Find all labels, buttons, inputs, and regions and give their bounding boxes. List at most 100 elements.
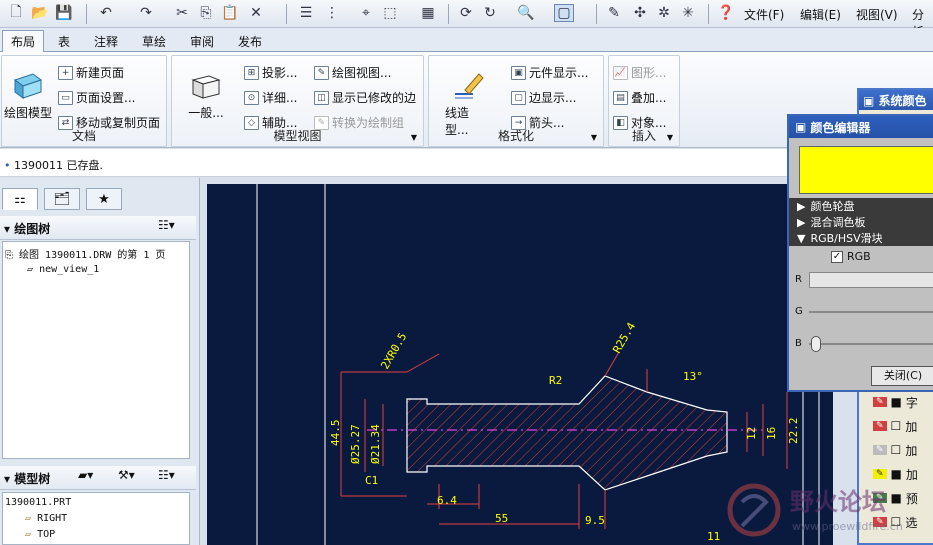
group-document: 绘图模型 + 新建页面 ▭ 页面设置... ⇄ 移动或复制页面 文档: [1, 55, 167, 147]
graph-button[interactable]: 📈 图形...: [613, 64, 666, 81]
color-checkbox[interactable]: ☐: [891, 443, 902, 457]
info-bullet-icon: •: [4, 159, 11, 172]
point-icon[interactable]: ✲: [654, 4, 674, 22]
menu-edit[interactable]: 编辑(E): [800, 6, 841, 23]
refresh-icon[interactable]: ↻: [480, 4, 500, 22]
tab-layout[interactable]: 布局: [2, 30, 45, 53]
tab-review[interactable]: 审阅: [182, 31, 222, 52]
tree-item-sheet[interactable]: ⎘ 绘图 1390011.DRW 的第 1 页: [5, 246, 165, 261]
edge-display-button[interactable]: ▢ 边显示...: [511, 89, 576, 106]
tree-icon[interactable]: ⋮: [322, 4, 342, 22]
rgb-checkbox[interactable]: ✓ RGB: [831, 250, 871, 263]
watermark-logo: [727, 483, 781, 537]
group-expand-icon[interactable]: ▼: [667, 133, 673, 142]
help-icon[interactable]: ❓: [716, 4, 736, 22]
datum-plane-icon: ▱: [25, 529, 32, 540]
tab-model-tree[interactable]: ⚏: [2, 188, 38, 210]
menu-view[interactable]: 视图(V): [856, 6, 898, 23]
group-expand-icon[interactable]: ▼: [411, 133, 417, 142]
favorites-icon: ★: [98, 191, 110, 207]
csys-icon[interactable]: ✳: [678, 4, 698, 22]
collapse-icon[interactable]: ▾: [4, 222, 10, 236]
sketch-pen-icon[interactable]: ✎: [604, 4, 624, 22]
cut-icon[interactable]: ✂: [172, 4, 192, 22]
section-color-wheel[interactable]: ▶ 颜色轮盘: [789, 198, 933, 214]
dim-text: Ø21.34: [369, 424, 382, 464]
slider-g[interactable]: [809, 311, 933, 313]
drawing-model-button[interactable]: 绘图模型: [2, 68, 54, 121]
tree-item-right[interactable]: ▱ RIGHT: [25, 513, 67, 524]
open-folder-icon[interactable]: 📂: [30, 4, 50, 22]
tab-table[interactable]: 表: [50, 31, 78, 52]
tab-favorites[interactable]: ★: [86, 188, 122, 210]
ribbon-tabs: 布局 表 注释 草绘 审阅 发布: [0, 28, 933, 53]
tree-settings-icon[interactable]: ☷▾: [158, 468, 175, 482]
component-display-button[interactable]: ▣ 元件显示...: [511, 64, 588, 81]
repaint-icon[interactable]: ⟳: [456, 4, 476, 22]
dim-text: 2XR0.5: [378, 331, 409, 372]
general-view-button[interactable]: 一般...: [186, 68, 226, 121]
tree-item-part[interactable]: 1390011.PRT: [5, 497, 71, 508]
drawing-view-button[interactable]: ✎ 绘图视图...: [314, 64, 391, 81]
page-setup-button[interactable]: ▭ 页面设置...: [58, 89, 135, 106]
grid-icon[interactable]: ▦: [418, 4, 438, 22]
tools-icon[interactable]: ⚒▾: [118, 468, 135, 482]
model-display-icon[interactable]: ▰▾: [78, 468, 93, 482]
color-row[interactable]: ✎ ■ 字: [873, 390, 933, 414]
slider-b[interactable]: [809, 343, 933, 345]
section-rgb-hsv-sliders[interactable]: ▼ RGB/HSV滑块: [789, 230, 933, 246]
detail-button[interactable]: ⊙ 详细...: [244, 89, 297, 106]
layers-icon[interactable]: ☰: [296, 4, 316, 22]
tree-item-view[interactable]: ▱ new_view_1: [27, 264, 99, 275]
collapse-icon[interactable]: ▾: [4, 472, 10, 486]
toolbar-separator: [448, 4, 449, 24]
tree-item-top[interactable]: ▱ TOP: [25, 529, 55, 540]
color-swatch-icon: ✎: [873, 397, 887, 407]
display-style-icon[interactable]: ▢: [554, 4, 574, 22]
dim-text: R2: [549, 374, 562, 387]
redo-icon[interactable]: ↷: [136, 4, 156, 22]
select-box-icon[interactable]: ⬚: [380, 4, 400, 22]
group-label: 文档: [71, 129, 96, 143]
dim-text: 11: [707, 530, 720, 543]
slider-r[interactable]: [809, 272, 933, 288]
close-button[interactable]: 关闭(C): [871, 366, 933, 386]
find-icon[interactable]: ⌖: [356, 4, 376, 22]
color-checkbox[interactable]: ■: [891, 395, 902, 409]
undo-icon[interactable]: ↶: [96, 4, 116, 22]
paste-icon[interactable]: 📋: [220, 4, 240, 22]
toolbar-separator: [596, 4, 597, 24]
line-style-icon: [455, 73, 484, 99]
projection-icon: ⊞: [244, 65, 259, 80]
group-expand-icon[interactable]: ▼: [591, 133, 597, 142]
color-row[interactable]: ✎ ☐ 加: [873, 438, 933, 462]
tab-sketch[interactable]: 草绘: [134, 31, 174, 52]
zoom-icon[interactable]: 🔍: [516, 4, 536, 22]
axis-icon[interactable]: ✣: [630, 4, 650, 22]
new-page-button[interactable]: + 新建页面: [58, 64, 124, 81]
copy-icon[interactable]: ⎘: [196, 4, 216, 22]
color-editor-sections: ▶ 颜色轮盘 ▶ 混合调色板 ▼ RGB/HSV滑块: [789, 198, 933, 246]
detail-icon: ⊙: [244, 90, 259, 105]
color-checkbox[interactable]: ☐: [891, 419, 902, 433]
model-tree: 1390011.PRT ▱ RIGHT ▱ TOP: [2, 492, 190, 545]
dim-text: 13°: [683, 370, 703, 383]
tab-annotate[interactable]: 注释: [86, 31, 126, 52]
tree-settings-icon[interactable]: ☷▾: [158, 218, 175, 232]
expand-arrow-icon: ▶: [797, 215, 806, 229]
section-blend-palette[interactable]: ▶ 混合调色板: [789, 214, 933, 230]
collapse-arrow-icon: ▼: [797, 231, 806, 245]
color-row[interactable]: ✎ ☐ 加: [873, 414, 933, 438]
menu-file[interactable]: 文件(F): [744, 6, 784, 23]
slider-b-handle[interactable]: [811, 336, 821, 352]
tab-publish[interactable]: 发布: [230, 31, 270, 52]
show-modified-edges-button[interactable]: ◫ 显示已修改的边: [314, 89, 416, 106]
projection-button[interactable]: ⊞ 投影...: [244, 64, 297, 81]
delete-icon[interactable]: ✕: [246, 4, 266, 22]
group-insert: 📈 图形... ▤ 叠加... ◧ 对象... 插入 ▼: [608, 55, 680, 147]
tab-folder-browser[interactable]: 🗂: [44, 188, 80, 210]
new-file-icon[interactable]: 🗋: [6, 4, 26, 22]
overlay-button[interactable]: ▤ 叠加...: [613, 89, 666, 106]
color-editor-dialog: ▣ 颜色编辑器 ▶ 颜色轮盘 ▶ 混合调色板 ▼ RGB/HSV滑块 ✓ RGB R …: [787, 114, 933, 392]
save-icon[interactable]: 💾: [54, 4, 74, 22]
